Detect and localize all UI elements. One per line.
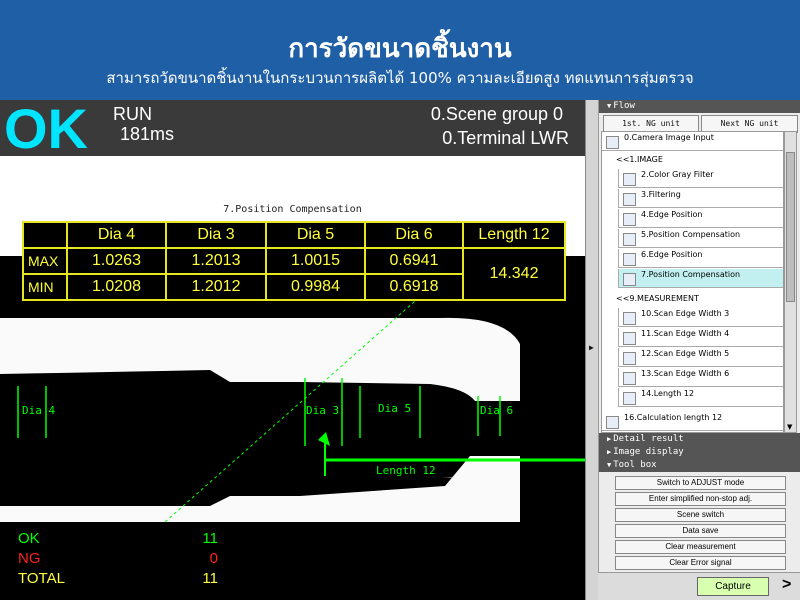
- calculation-icon: [606, 416, 619, 429]
- max-dia6: 0.6941: [364, 247, 464, 275]
- run-mode: RUN: [113, 104, 152, 124]
- row-label-max: MAX: [22, 247, 68, 275]
- processing-time: 181ms: [120, 124, 175, 144]
- table-corner: [22, 221, 68, 249]
- flow-item-10[interactable]: 10.Scan Edge Width 3: [618, 308, 783, 327]
- min-dia4: 1.0208: [66, 273, 167, 301]
- flow-item-7[interactable]: 7.Position Compensation: [618, 269, 783, 288]
- count-ok-value: 11: [202, 530, 218, 547]
- max-dia3: 1.2013: [165, 247, 267, 275]
- flow-item-12[interactable]: 12.Scan Edge Width 5: [618, 348, 783, 367]
- scroll-down-icon[interactable]: ▼: [787, 423, 792, 431]
- max-dia5: 1.0015: [265, 247, 366, 275]
- flow-scrollbar[interactable]: ▼: [784, 131, 797, 433]
- expand-triangle-icon: ▶: [607, 435, 612, 443]
- camera-image[interactable]: 7.Position Compensation Dia 4 Dia 3 Dia …: [0, 156, 585, 522]
- flow-header[interactable]: ▼ Flow: [599, 100, 800, 113]
- min-dia6: 0.6918: [364, 273, 464, 301]
- flow-item-5[interactable]: 5.Position Compensation: [618, 229, 783, 248]
- collapse-triangle-icon: ▼: [607, 102, 612, 110]
- length-icon: [623, 392, 636, 405]
- scan-edge-icon: [623, 332, 636, 345]
- flow-item-14[interactable]: 14.Length 12: [618, 388, 783, 407]
- flow-item-camera-input[interactable]: 0.Camera Image Input: [602, 132, 783, 151]
- expand-triangle-icon: ▶: [607, 448, 612, 456]
- clear-error-signal-button[interactable]: Clear Error signal: [615, 556, 786, 570]
- label-dia4: Dia 4: [22, 404, 56, 417]
- header-dia6: Dia 6: [364, 221, 464, 249]
- header-dia3: Dia 3: [165, 221, 267, 249]
- flow-item-6[interactable]: 6.Edge Position: [618, 249, 783, 268]
- edge-position-icon: [623, 253, 636, 266]
- result-counts: OK 11 NG 0 TOTAL 11: [18, 530, 218, 590]
- flow-item-11[interactable]: 11.Scan Edge Width 4: [618, 328, 783, 347]
- panel-collapse-handle[interactable]: ▶: [586, 100, 599, 600]
- data-save-button[interactable]: Data save: [615, 524, 786, 538]
- min-dia3: 1.2012: [165, 273, 267, 301]
- label-dia5: Dia 5: [378, 402, 412, 415]
- vision-display: OK RUN 181ms 0.Scene group 0 0.Terminal …: [0, 100, 585, 600]
- overall-result: OK: [4, 100, 88, 160]
- count-ok-label: OK: [18, 530, 40, 547]
- banner-title: การวัดขนาดชิ้นงาน: [288, 34, 512, 64]
- header-length12: Length 12: [462, 221, 566, 249]
- detail-result-header[interactable]: ▶ Detail result: [599, 433, 800, 446]
- clear-measurement-button[interactable]: Clear measurement: [615, 540, 786, 554]
- scrollbar-thumb[interactable]: [786, 152, 795, 302]
- scan-edge-icon: [623, 352, 636, 365]
- flow-list[interactable]: 0.Camera Image Input <<1.IMAGE 2.Color G…: [601, 131, 784, 433]
- scan-edge-icon: [623, 372, 636, 385]
- filter-icon: [623, 193, 636, 206]
- edge-position-icon: [623, 213, 636, 226]
- header-dia5: Dia 5: [265, 221, 366, 249]
- collapse-triangle-icon: ▼: [607, 461, 612, 469]
- label-dia3: Dia 3: [306, 404, 340, 417]
- status-bar: OK RUN 181ms 0.Scene group 0 0.Terminal …: [0, 100, 585, 160]
- label-length12: Length 12: [376, 464, 436, 477]
- position-compensation-icon: [623, 233, 636, 246]
- toolbox-header[interactable]: ▼ Tool box: [599, 459, 800, 472]
- filter-icon: [623, 173, 636, 186]
- row-label-min: MIN: [22, 273, 68, 301]
- count-ng: NG 0: [18, 550, 218, 570]
- min-dia5: 0.9984: [265, 273, 366, 301]
- flow-item-3[interactable]: 3.Filtering: [618, 189, 783, 208]
- capture-button[interactable]: Capture: [697, 577, 769, 596]
- group-measurement-label[interactable]: <<9.MEASUREMENT: [616, 294, 699, 303]
- scan-edge-icon: [623, 312, 636, 325]
- position-compensation-icon: [623, 273, 636, 286]
- count-ok: OK 11: [18, 530, 218, 550]
- expand-arrow-icon[interactable]: ▶: [589, 343, 594, 352]
- max-dia4: 1.0263: [66, 247, 167, 275]
- image-caption: 7.Position Compensation: [223, 204, 362, 215]
- banner-subtitle: สามารถวัดขนาดชิ้นงานในกระบวนการผลิตได้ 1…: [106, 69, 694, 87]
- flow-item-4[interactable]: 4.Edge Position: [618, 209, 783, 228]
- header-dia4: Dia 4: [66, 221, 167, 249]
- simplified-nonstop-adj-button[interactable]: Enter simplified non-stop adj.: [615, 492, 786, 506]
- group-image-label[interactable]: <<1.IMAGE: [616, 155, 663, 164]
- image-display-header[interactable]: ▶ Image display: [599, 446, 800, 459]
- more-button[interactable]: >: [782, 576, 791, 594]
- length12-value: 14.342: [462, 247, 566, 301]
- scene-switch-button[interactable]: Scene switch: [615, 508, 786, 522]
- banner: การวัดขนาดชิ้นงาน สามารถวัดขนาดชิ้นงานใน…: [0, 0, 800, 100]
- count-total-label: TOTAL: [18, 570, 65, 587]
- count-ng-value: 0: [209, 550, 218, 567]
- count-total-value: 11: [202, 570, 218, 587]
- flow-item-2[interactable]: 2.Color Gray Filter: [618, 169, 783, 188]
- measurement-table: Dia 4 Dia 3 Dia 5 Dia 6 Length 12 MAX 1.…: [22, 221, 566, 301]
- scene-group: 0.Scene group 0: [430, 104, 563, 124]
- count-ng-label: NG: [18, 550, 41, 567]
- label-dia6: Dia 6: [480, 404, 514, 417]
- flow-item-13[interactable]: 13.Scan Edge Width 6: [618, 368, 783, 387]
- count-total: TOTAL 11: [18, 570, 218, 590]
- camera-icon: [606, 136, 619, 149]
- switch-adjust-mode-button[interactable]: Switch to ADJUST mode: [615, 476, 786, 490]
- flow-item-16[interactable]: 16.Calculation length 12: [602, 412, 783, 431]
- terminal: 0.Terminal LWR: [442, 128, 569, 148]
